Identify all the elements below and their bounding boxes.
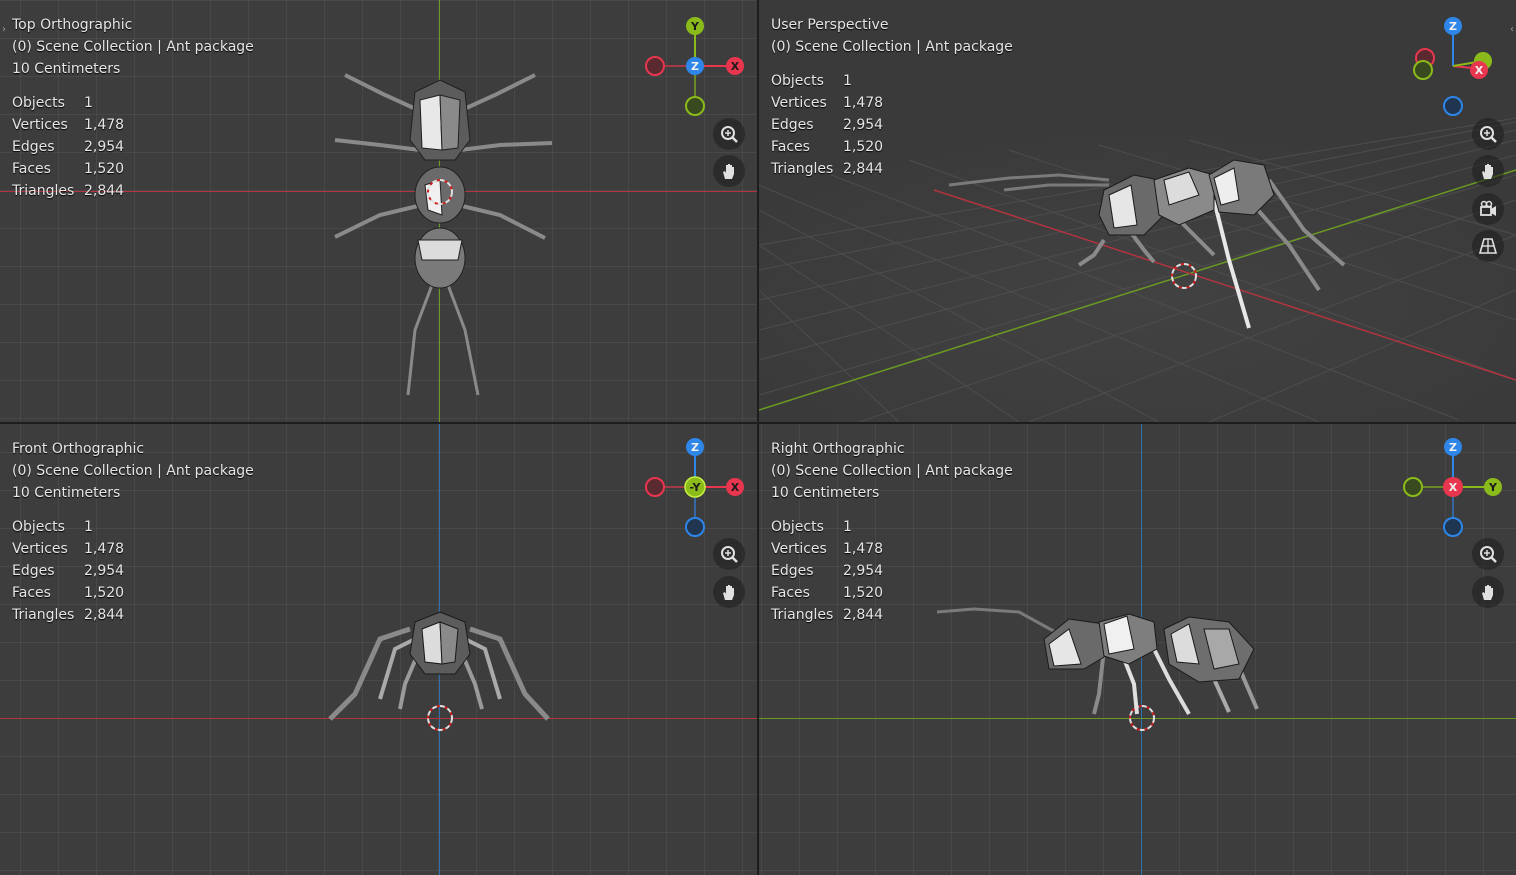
stat-label: Edges [12, 139, 55, 155]
gizmo-y-label: Y [1488, 481, 1498, 494]
stat-label: Faces [12, 585, 51, 601]
gizmo-x-label: X [731, 481, 740, 494]
zoom-icon [1480, 126, 1497, 143]
scene-statistics: Objects 1 Vertices 1,478 Edges 2,954 Faces 1… [771, 70, 883, 180]
hand-pan-icon [1482, 585, 1493, 600]
pan-button[interactable] [713, 576, 745, 608]
gizmo-y-label: Y [690, 20, 700, 33]
stat-value: 1,478 [84, 117, 125, 133]
stat-label: Vertices [12, 541, 68, 557]
stat-value: 2,844 [843, 607, 884, 623]
stat-value: 2,844 [843, 161, 884, 177]
viewport-user-perspective[interactable]: User Perspective (0) Scene Collection | … [759, 0, 1516, 422]
stat-value: 1 [84, 519, 93, 535]
zoom-icon [721, 546, 738, 563]
stat-label: Edges [771, 117, 814, 133]
stat-value: 1 [84, 95, 93, 111]
zoom-button[interactable] [713, 538, 745, 570]
stat-value: 2,954 [843, 563, 884, 579]
stat-value: 2,954 [84, 139, 125, 155]
hand-pan-icon [1482, 164, 1493, 179]
gizmo-z-label: Z [691, 441, 699, 454]
stat-value: 1,478 [843, 95, 884, 111]
stat-label: Triangles [12, 607, 75, 623]
stat-label: Faces [771, 585, 810, 601]
zoom-button[interactable] [713, 118, 745, 150]
stat-label: Edges [12, 563, 55, 579]
stat-value: 1,478 [843, 541, 884, 557]
scene-statistics: Objects 1 Vertices 1,478 Edges 2,954 Faces 1… [12, 516, 124, 626]
camera-view-button[interactable] [1472, 193, 1504, 225]
stat-value: 1,520 [84, 585, 125, 601]
gizmo-x-label: X [1475, 64, 1484, 77]
stat-value: 1 [843, 519, 852, 535]
gizmo-x-label: X [1449, 481, 1458, 494]
perspective-toggle-button[interactable] [1472, 230, 1504, 262]
navigation-gizmo[interactable]: Y X Z [645, 16, 745, 116]
viewport-front-orthographic[interactable]: Front Orthographic (0) Scene Collection … [0, 424, 757, 875]
hand-pan-icon [723, 585, 734, 600]
stat-label: Vertices [12, 117, 68, 133]
stat-label: Vertices [771, 541, 827, 557]
stat-label: Objects [771, 519, 824, 535]
stat-value: 1 [843, 73, 852, 89]
hand-pan-icon [723, 164, 734, 179]
ant-model-top[interactable] [0, 0, 757, 422]
chevron-left-icon[interactable]: ‹ [1510, 24, 1514, 35]
viewport-top-orthographic[interactable]: Top Orthographic (0) Scene Collection | … [0, 0, 757, 422]
stat-value: 2,844 [84, 607, 125, 623]
stat-label: Faces [771, 139, 810, 155]
stat-label: Objects [12, 519, 65, 535]
pan-button[interactable] [1472, 576, 1504, 608]
stat-label: Triangles [771, 161, 834, 177]
scene-statistics: Objects 1 Vertices 1,478 Edges 2,954 Faces 1… [771, 516, 883, 626]
stat-label: Vertices [771, 95, 827, 111]
pan-button[interactable] [1472, 155, 1504, 187]
stat-value: 2,954 [84, 563, 125, 579]
ant-model-front[interactable] [0, 424, 757, 875]
chevron-right-icon[interactable]: › [2, 24, 6, 35]
stat-value: 1,520 [843, 585, 884, 601]
stat-label: Triangles [771, 607, 834, 623]
navigation-gizmo[interactable]: Z Y X [1403, 437, 1503, 537]
camera-view-icon [1480, 200, 1496, 216]
zoom-button[interactable] [1472, 538, 1504, 570]
stat-value: 2,844 [84, 183, 125, 199]
gizmo-x-label: X [731, 60, 740, 73]
stat-value: 1,520 [843, 139, 884, 155]
scene-statistics: Objects 1 Vertices 1,478 Edges 2,954 Faces 1… [12, 92, 124, 202]
stat-label: Objects [771, 73, 824, 89]
stat-value: 1,478 [84, 541, 125, 557]
stat-label: Edges [771, 563, 814, 579]
gizmo-z-label: Z [691, 60, 699, 73]
stat-value: 1,520 [84, 161, 125, 177]
perspective-grid-icon [1478, 238, 1498, 254]
stat-value: 2,954 [843, 117, 884, 133]
pan-button[interactable] [713, 155, 745, 187]
stat-label: Objects [12, 95, 65, 111]
zoom-button[interactable] [1472, 118, 1504, 150]
navigation-gizmo[interactable]: Z X -Y [645, 437, 745, 537]
zoom-icon [721, 126, 738, 143]
viewport-right-orthographic[interactable]: Right Orthographic (0) Scene Collection … [759, 424, 1516, 875]
navigation-gizmo[interactable]: Z X [1403, 16, 1503, 116]
gizmo-z-label: Z [1449, 441, 1457, 454]
stat-label: Triangles [12, 183, 75, 199]
zoom-icon [1480, 546, 1497, 563]
gizmo-z-label: Z [1449, 20, 1457, 33]
stat-label: Faces [12, 161, 51, 177]
gizmo-neg-y-label: -Y [690, 481, 702, 494]
